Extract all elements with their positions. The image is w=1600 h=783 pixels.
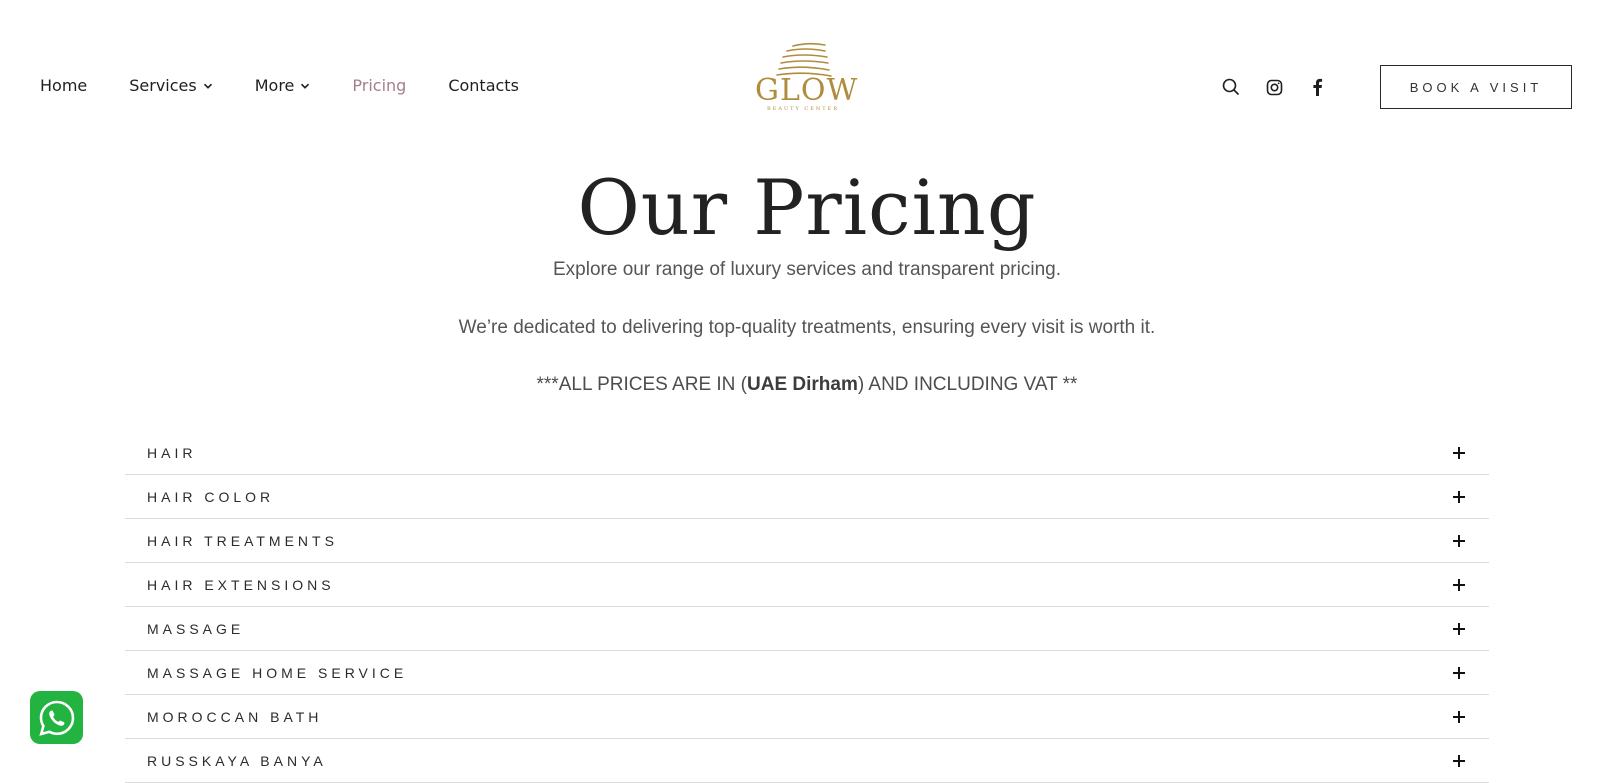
plus-icon[interactable] <box>1451 445 1467 461</box>
plus-icon[interactable] <box>1451 709 1467 725</box>
nav-home[interactable]: Home <box>40 76 87 95</box>
vat-notice-pre: ***ALL PRICES ARE IN ( <box>536 374 747 395</box>
accordion-item-massage-home-service[interactable]: MASSAGE HOME SERVICE <box>125 651 1489 695</box>
plus-icon[interactable] <box>1451 753 1467 769</box>
nav-contacts[interactable]: Contacts <box>448 76 519 95</box>
logo-subtitle: BEAUTY CENTER <box>767 106 839 112</box>
accordion-item-label: MOROCCAN BATH <box>147 708 323 725</box>
header-utilities <box>1220 76 1349 98</box>
nav-services-label: Services <box>129 76 197 95</box>
nav-more[interactable]: More <box>255 76 311 95</box>
site-header: Home Services More Pricing Contacts GLOW… <box>0 0 1600 140</box>
plus-icon[interactable] <box>1451 665 1467 681</box>
main-nav: Home Services More Pricing Contacts <box>40 76 561 95</box>
plus-icon[interactable] <box>1451 577 1467 593</box>
nav-services[interactable]: Services <box>129 76 212 95</box>
accordion-item-hair-extensions[interactable]: HAIR EXTENSIONS <box>125 563 1489 607</box>
chevron-down-icon <box>203 81 213 91</box>
accordion-item-label: HAIR EXTENSIONS <box>147 576 335 593</box>
vat-notice-post: ) AND INCLUDING VAT ** <box>857 374 1078 395</box>
page-title: Our Pricing <box>577 163 1037 252</box>
chevron-down-icon <box>300 81 310 91</box>
whatsapp-icon <box>38 700 74 736</box>
intro-line-2: We’re dedicated to delivering top-qualit… <box>458 317 1156 338</box>
whatsapp-button[interactable] <box>30 691 83 744</box>
accordion-item-label: HAIR TREATMENTS <box>147 532 338 549</box>
accordion-item-label: HAIR COLOR <box>147 488 275 505</box>
accordion-item-label: MASSAGE HOME SERVICE <box>147 664 408 681</box>
vat-notice: ***ALL PRICES ARE IN (UAE Dirham) AND IN… <box>0 374 1600 396</box>
accordion-item-russkaya-banya[interactable]: RUSSKAYA BANYA <box>125 739 1489 783</box>
accordion-item-hair[interactable]: HAIR <box>125 431 1489 475</box>
accordion-item-hair-treatments[interactable]: HAIR TREATMENTS <box>125 519 1489 563</box>
accordion-item-moroccan-bath[interactable]: MOROCCAN BATH <box>125 695 1489 739</box>
site-logo[interactable]: GLOW BEAUTY CENTER <box>755 42 859 124</box>
search-icon[interactable] <box>1220 76 1242 98</box>
pricing-accordion: HAIR HAIR COLOR HAIR TREATMENTS HAIR EXT… <box>125 431 1489 783</box>
nav-pricing[interactable]: Pricing <box>352 76 406 95</box>
instagram-icon[interactable] <box>1263 76 1285 98</box>
facebook-icon[interactable] <box>1306 76 1328 98</box>
vat-notice-currency: UAE Dirham <box>747 374 858 395</box>
book-visit-button[interactable]: BOOK A VISIT <box>1380 65 1572 109</box>
plus-icon[interactable] <box>1451 489 1467 505</box>
accordion-item-label: MASSAGE <box>147 620 245 637</box>
accordion-item-label: HAIR <box>147 444 197 461</box>
intro-line-1: Explore our range of luxury services and… <box>553 259 1061 280</box>
accordion-item-hair-color[interactable]: HAIR COLOR <box>125 475 1489 519</box>
logo-wordmark: GLOW <box>755 73 859 108</box>
nav-contacts-label: Contacts <box>448 76 519 95</box>
plus-icon[interactable] <box>1451 621 1467 637</box>
plus-icon[interactable] <box>1451 533 1467 549</box>
nav-pricing-label: Pricing <box>352 76 407 95</box>
accordion-item-massage[interactable]: MASSAGE <box>125 607 1489 651</box>
nav-home-label: Home <box>40 76 88 95</box>
accordion-item-label: RUSSKAYA BANYA <box>147 752 327 769</box>
nav-more-label: More <box>254 76 295 95</box>
